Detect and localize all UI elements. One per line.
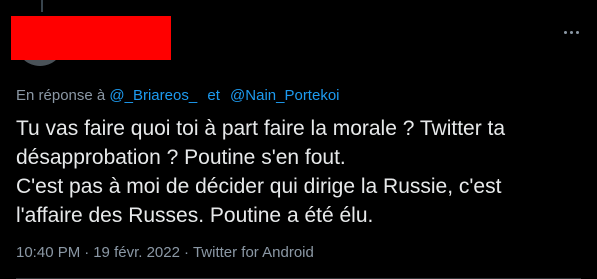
meta-separator: · bbox=[183, 244, 189, 261]
meta-separator: · bbox=[84, 244, 90, 261]
tweet-time[interactable]: 10:40 PM bbox=[16, 244, 80, 261]
redacted-author-name bbox=[11, 16, 171, 60]
reply-mention-nain-portekoi[interactable]: @Nain_Portekoi bbox=[230, 87, 339, 104]
more-dot bbox=[569, 30, 573, 34]
tweet-text-line: C'est pas à moi de décider qui dirige la… bbox=[16, 175, 502, 198]
more-dot bbox=[575, 30, 579, 34]
tweet-body: Tu vas faire quoi toi à part faire la mo… bbox=[16, 114, 581, 230]
tweet-metadata: 10:40 PM · 19 févr. 2022 · Twitter for Andro… bbox=[16, 243, 314, 263]
tweet-source[interactable]: Twitter for Android bbox=[193, 244, 314, 261]
tweet-text-line: désapprobation ? Poutine s'en fout. bbox=[16, 146, 346, 169]
reply-to-line: En réponse à @_Briareos_ et @Nain_Portek… bbox=[16, 86, 340, 106]
more-options-icon[interactable] bbox=[556, 22, 586, 42]
reply-and: et bbox=[207, 87, 220, 104]
tweet-card: En réponse à @_Briareos_ et @Nain_Portek… bbox=[0, 0, 597, 279]
tweet-text-line: Tu vas faire quoi toi à part faire la mo… bbox=[16, 117, 506, 140]
more-dot bbox=[563, 30, 567, 34]
thread-connector-line bbox=[41, 0, 43, 12]
reply-mention-briareos[interactable]: @_Briareos_ bbox=[109, 87, 197, 104]
tweet-date[interactable]: 19 févr. 2022 bbox=[93, 244, 180, 261]
tweet-text-line: l'affaire des Russes. Poutine a été élu. bbox=[16, 204, 374, 227]
reply-prefix: En réponse à bbox=[16, 87, 106, 104]
